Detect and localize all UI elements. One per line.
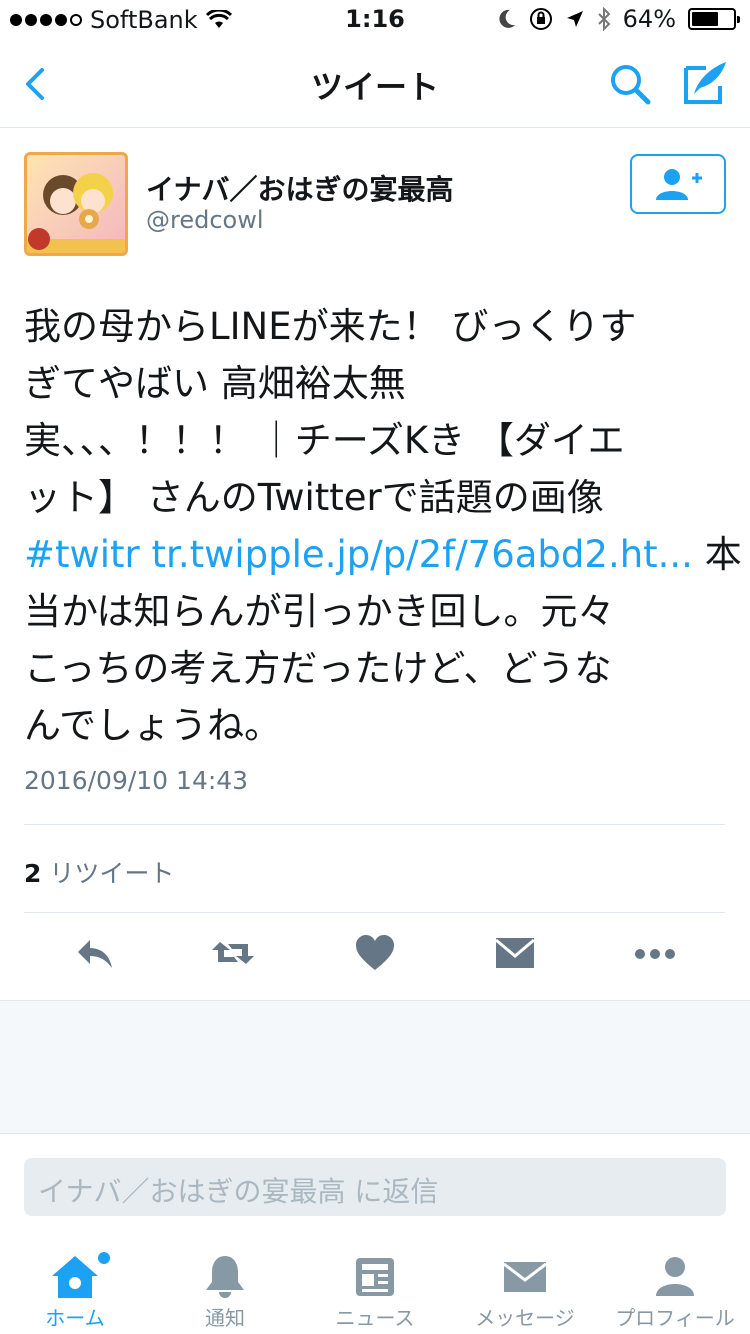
add-user-icon [656,169,702,200]
tweet-line: 実、、、！！！ ｜チーズKき 【ダイエ [24,419,625,462]
nav-bar: ツイート [0,40,750,128]
follow-button[interactable] [630,154,726,214]
tab-profile[interactable]: プロフィール [600,1238,750,1334]
battery-icon [688,8,740,30]
avatar-illustration [27,173,125,253]
bluetooth-icon [597,7,611,31]
home-icon [52,1256,98,1298]
tab-bar: ホーム 通知 ニュース メッセージ プロフィール [0,1238,750,1334]
rotation-lock-icon [529,8,552,30]
retweet-icon[interactable] [210,930,256,976]
tweet-line: 我の母からLINEが来た！ びっくりす [24,305,637,348]
tab-label: プロフィール [615,1306,735,1330]
tweet-text: 我の母からLINEが来た！ びっくりす ぎてやばい 高畑裕太無 実、、、！！！ … [24,298,742,754]
location-icon [566,11,583,27]
search-icon[interactable] [606,60,654,108]
tweet-line: こっちの考え方だったけど、どうな [24,647,612,690]
tweet-line: ぎてやばい 高畑裕太無 [24,362,406,405]
tab-messages[interactable]: メッセージ [450,1238,600,1334]
tweet-line: ット】 さんのTwitterで話題の画像 [24,476,604,519]
divider [24,912,725,913]
tab-label: ニュース [335,1306,415,1330]
direct-message-icon[interactable] [492,930,538,976]
reply-icon[interactable] [72,930,118,976]
mail-icon [503,1262,547,1292]
tab-label: 通知 [205,1306,245,1330]
retweet-stats[interactable]: 2 リツイート [24,854,174,890]
tweet-text-fragment: 本 [704,533,742,576]
tab-label: メッセージ [475,1306,575,1330]
tweet-actions [0,930,750,980]
tweet-line: んでしょうね。 [24,704,282,747]
unread-dot [98,1252,110,1264]
tab-home[interactable]: ホーム [0,1238,150,1334]
compose-icon[interactable] [680,58,730,108]
retweet-label: リツイート [49,859,175,888]
moon-icon [499,9,515,28]
avatar[interactable] [24,152,128,256]
status-bar: SoftBank 1:16 64% [0,0,750,40]
user-handle[interactable]: @redcowl [146,206,264,234]
tab-news[interactable]: ニュース [300,1238,450,1334]
battery-percent: 64% [622,5,676,33]
tab-label: ホーム [45,1306,105,1330]
bell-icon [206,1256,244,1298]
divider [24,824,725,825]
tab-notifications[interactable]: 通知 [150,1238,300,1334]
retweet-count: 2 [24,859,42,888]
status-right: 64% [497,5,740,33]
tweet-link-line: #twitr tr.twipple.jp/p/2f/76abd2.ht... 本 [24,526,742,583]
news-icon [356,1258,394,1296]
profile-icon [656,1257,694,1296]
tweet-line: 当かは知らんが引っかき回し。元々 [24,590,615,633]
reply-input[interactable]: イナバ／おはぎの宴最高 に返信 [24,1158,726,1216]
like-icon[interactable] [352,930,398,976]
more-options-icon[interactable] [632,930,678,976]
hashtag-link[interactable]: #twitr [24,533,140,576]
replies-area [0,1000,750,1134]
tweet-timestamp: 2016/09/10 14:43 [24,766,249,795]
url-link[interactable]: tr.twipple.jp/p/2f/76abd2.ht... [152,533,693,576]
display-name[interactable]: イナバ／おはぎの宴最高 [146,168,453,208]
